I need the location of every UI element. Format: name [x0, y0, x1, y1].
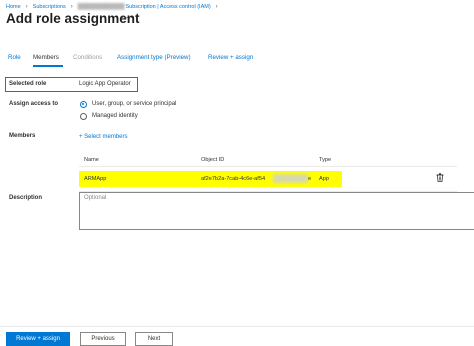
- chevron-right-icon: ›: [215, 4, 218, 10]
- active-tab-indicator: [33, 65, 63, 67]
- select-members-link[interactable]: + Select members: [79, 134, 128, 140]
- breadcrumb-access-control[interactable]: Subscription | Access control (IAM): [125, 4, 210, 10]
- chevron-right-icon: ›: [25, 4, 28, 10]
- radio-managed-identity-label[interactable]: Managed identity: [92, 113, 138, 119]
- redacted-text: ████████████: [77, 4, 125, 10]
- redacted-object-id: [273, 174, 308, 183]
- trash-icon[interactable]: [436, 173, 444, 182]
- breadcrumb-subscriptions[interactable]: Subscriptions: [33, 4, 66, 10]
- members-label: Members: [9, 133, 36, 139]
- column-header-object-id[interactable]: Object ID: [201, 157, 224, 163]
- member-type: App: [319, 176, 329, 182]
- table-header-divider: [79, 166, 457, 167]
- tab-assignment-type[interactable]: Assignment type (Preview): [117, 54, 191, 61]
- assign-access-label: Assign access to: [9, 101, 59, 107]
- radio-user-group-sp[interactable]: [80, 101, 87, 108]
- member-object-id-suffix: e: [308, 176, 312, 182]
- selected-role-label: Selected role: [9, 81, 47, 87]
- description-label: Description: [9, 195, 43, 201]
- footer-divider: [0, 326, 474, 327]
- member-object-id: af2e7b2a-7cab-4c6e-af54: [201, 176, 266, 182]
- page-title: Add role assignment: [6, 11, 140, 26]
- member-name: ARMApp: [84, 176, 107, 182]
- description-textarea[interactable]: [79, 192, 474, 230]
- tab-review-assign[interactable]: Review + assign: [208, 54, 253, 61]
- selected-role-value: Logic App Operator: [79, 81, 131, 87]
- column-header-type[interactable]: Type: [319, 157, 331, 163]
- tab-members[interactable]: Members: [33, 54, 59, 61]
- breadcrumb-home[interactable]: Home: [6, 4, 21, 10]
- description-placeholder: Optional: [84, 195, 107, 201]
- column-header-name[interactable]: Name: [84, 157, 99, 163]
- tab-conditions: Conditions: [73, 54, 103, 61]
- ellipsis-icon[interactable]: ···: [121, 12, 134, 23]
- tab-role[interactable]: Role: [8, 54, 21, 61]
- radio-managed-identity[interactable]: [80, 113, 87, 120]
- radio-user-group-sp-label[interactable]: User, group, or service principal: [92, 101, 176, 107]
- chevron-right-icon: ›: [70, 4, 73, 10]
